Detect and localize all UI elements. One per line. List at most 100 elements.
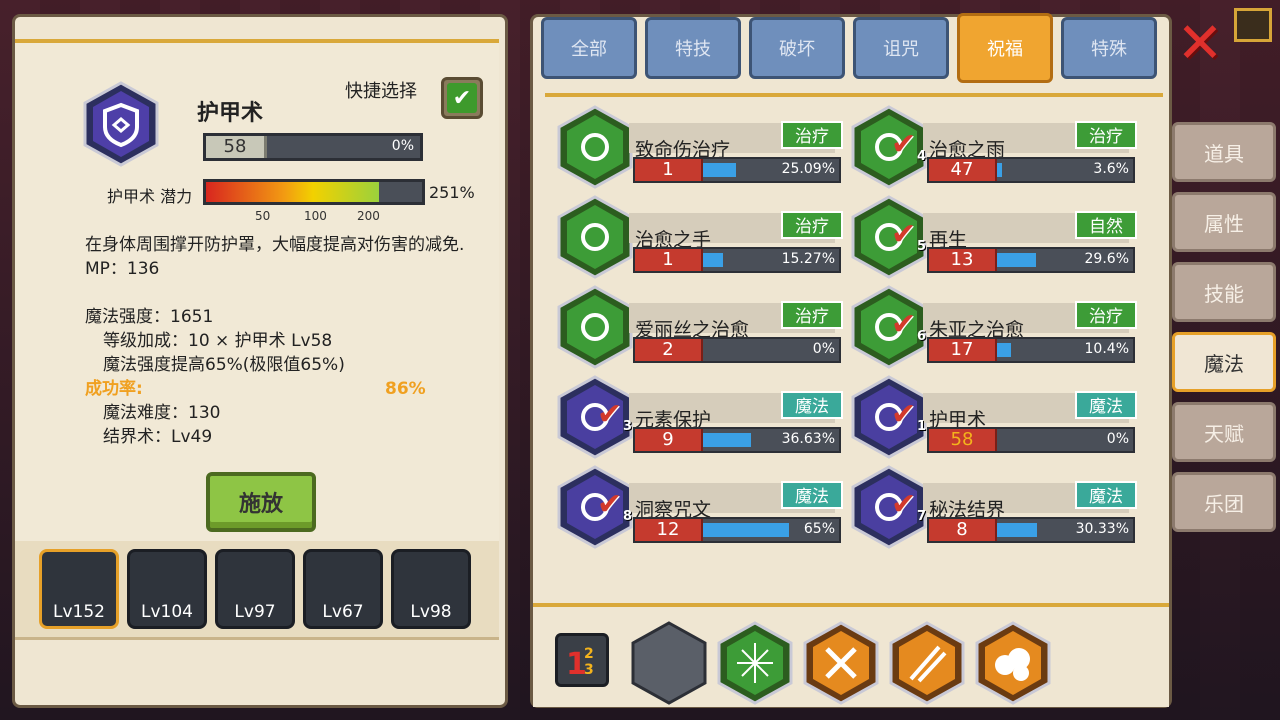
- skill-progress-bar: 58 0%: [927, 427, 1135, 453]
- skill-level: 9: [635, 429, 703, 451]
- skill-card[interactable]: 治愈之手 治疗 1 15.27%: [557, 195, 843, 279]
- skill-level: 8: [929, 519, 997, 541]
- skill-icon: [557, 285, 633, 369]
- close-icon[interactable]: ✕: [1176, 16, 1224, 72]
- tab-curse[interactable]: 诅咒: [853, 17, 949, 79]
- checkmark-icon: ✔: [891, 127, 917, 162]
- skill-card[interactable]: 爱丽丝之治愈 治疗 2 0%: [557, 285, 843, 369]
- orange-cloud-icon[interactable]: [975, 621, 1051, 705]
- skill-progress-fill: [997, 163, 1002, 177]
- party-slot-level: Lv67: [322, 602, 364, 622]
- skill-list-panel: 全部 特技 破坏 诅咒 祝福 特殊 致命伤治疗 治疗 1 25.09% 治愈之雨 治疗 47…: [530, 13, 1172, 708]
- potential-tick: 50: [255, 209, 271, 223]
- potential-value: 251%: [429, 183, 475, 202]
- side-nav-talent[interactable]: 天赋: [1172, 402, 1276, 462]
- svg-text:2: 2: [584, 646, 594, 662]
- tab-stunt[interactable]: 特技: [645, 17, 741, 79]
- success-label: 成功率:: [85, 379, 143, 399]
- skill-card[interactable]: 秘法结界 魔法 8 30.33% ✔ 7: [851, 465, 1137, 549]
- party-slot[interactable]: Lv67: [303, 549, 383, 629]
- party-slot-level: Lv152: [53, 602, 105, 622]
- skill-progress-fill: [703, 253, 724, 267]
- side-nav-skills[interactable]: 技能: [1172, 262, 1276, 322]
- shortcut-number: 8: [623, 509, 633, 524]
- skill-progress-fill: [703, 433, 752, 447]
- skill-type-badge: 自然: [1075, 211, 1137, 239]
- quick-bar: 1 2 3: [533, 603, 1169, 707]
- party-slot[interactable]: Lv97: [215, 549, 295, 629]
- magic-power: 魔法强度：1651: [85, 307, 214, 327]
- quick-select-checkbox[interactable]: ✔: [441, 77, 483, 119]
- checkmark-icon: ✔: [891, 487, 917, 522]
- orange-dash-icon[interactable]: [889, 621, 965, 705]
- skill-type-badge: 治疗: [781, 121, 843, 149]
- tab-blessing[interactable]: 祝福: [957, 13, 1053, 83]
- tab-destruction[interactable]: 破坏: [749, 17, 845, 79]
- skill-card[interactable]: 元素保护 魔法 9 36.63% ✔ 3: [557, 375, 843, 459]
- skill-type-badge: 魔法: [1075, 391, 1137, 419]
- skill-progress-pct: 29.6%: [1084, 251, 1129, 267]
- skill-title: 护甲术: [197, 101, 264, 126]
- power-up: 魔法强度提高65%(极限值65%): [103, 355, 345, 375]
- party-slot[interactable]: Lv98: [391, 549, 471, 629]
- party-slots: Lv152 Lv104 Lv97 Lv67 Lv98: [15, 541, 499, 640]
- cast-button[interactable]: 施放: [206, 472, 316, 532]
- potential-tick: 200: [357, 209, 380, 223]
- skill-card[interactable]: 洞察咒文 魔法 12 65% ✔ 8: [557, 465, 843, 549]
- skill-level: 1: [635, 159, 703, 181]
- potential-bar: [203, 179, 425, 205]
- skill-description: 在身体周围撑开防护罩，大幅度提高对伤害的减免. MP：136: [85, 235, 465, 279]
- skill-type-badge: 治疗: [1075, 121, 1137, 149]
- checkmark-icon: ✔: [597, 487, 623, 522]
- skill-card[interactable]: 治愈之雨 治疗 47 3.6% ✔ 4: [851, 105, 1137, 189]
- skill-progress-bar: 1 25.09%: [633, 157, 841, 183]
- potential-label: 护甲术 潜力: [107, 187, 193, 206]
- skill-progress-bar: 13 29.6%: [927, 247, 1135, 273]
- side-nav-band[interactable]: 乐团: [1172, 472, 1276, 532]
- skill-type-badge: 魔法: [1075, 481, 1137, 509]
- skill-progress-pct: 25.09%: [781, 161, 835, 177]
- skill-card[interactable]: 护甲术 魔法 58 0% ✔ 1: [851, 375, 1137, 459]
- skill-progress-bar: 8 30.33%: [927, 517, 1135, 543]
- svg-text:3: 3: [584, 662, 594, 678]
- tab-all[interactable]: 全部: [541, 17, 637, 79]
- map-icon[interactable]: [1234, 8, 1272, 42]
- category-tabs: 全部 特技 破坏 诅咒 祝福 特殊: [541, 13, 1171, 83]
- side-nav-magic[interactable]: 魔法: [1172, 332, 1276, 392]
- green-burst-icon[interactable]: [717, 621, 793, 705]
- skill-progress-pct: 0%: [812, 341, 835, 357]
- skill-card[interactable]: 再生 自然 13 29.6% ✔ 5: [851, 195, 1137, 279]
- empty-slot-icon[interactable]: [631, 621, 707, 705]
- magic-difficulty: 魔法难度：130: [103, 403, 221, 423]
- shortcut-number: 5: [917, 239, 927, 254]
- skill-type-badge: 治疗: [781, 211, 843, 239]
- skill-level-bar: 58 0%: [203, 133, 423, 161]
- skill-type-badge: 魔法: [781, 481, 843, 509]
- skill-type-badge: 魔法: [781, 391, 843, 419]
- skill-progress-pct: 10.4%: [1084, 341, 1129, 357]
- skill-level: 58: [206, 136, 267, 158]
- order-123-icon[interactable]: 1 2 3: [555, 633, 609, 687]
- level-bonus: 等级加成：10 × 护甲术 Lv58: [103, 331, 333, 351]
- party-slot[interactable]: Lv104: [127, 549, 207, 629]
- success-value: 86%: [385, 379, 426, 399]
- skill-level: 58: [929, 429, 997, 451]
- skill-progress-pct: 36.63%: [781, 431, 835, 447]
- skill-level: 17: [929, 339, 997, 361]
- skill-level-progress: 0%: [391, 138, 414, 154]
- skill-progress-fill: [703, 523, 789, 537]
- skill-card[interactable]: 致命伤治疗 治疗 1 25.09%: [557, 105, 843, 189]
- armor-spell-icon: [83, 81, 159, 167]
- skill-progress-bar: 1 15.27%: [633, 247, 841, 273]
- skill-progress-bar: 12 65%: [633, 517, 841, 543]
- skill-level: 2: [635, 339, 703, 361]
- party-slot[interactable]: Lv152: [39, 549, 119, 629]
- side-nav-items[interactable]: 道具: [1172, 122, 1276, 182]
- skill-card[interactable]: 朱亚之治愈 治疗 17 10.4% ✔ 6: [851, 285, 1137, 369]
- tab-special[interactable]: 特殊: [1061, 17, 1157, 79]
- orange-spin-icon[interactable]: [803, 621, 879, 705]
- skill-progress-fill: [997, 253, 1037, 267]
- side-nav-attributes[interactable]: 属性: [1172, 192, 1276, 252]
- potential-tick: 100: [304, 209, 327, 223]
- skill-progress-pct: 65%: [803, 521, 835, 537]
